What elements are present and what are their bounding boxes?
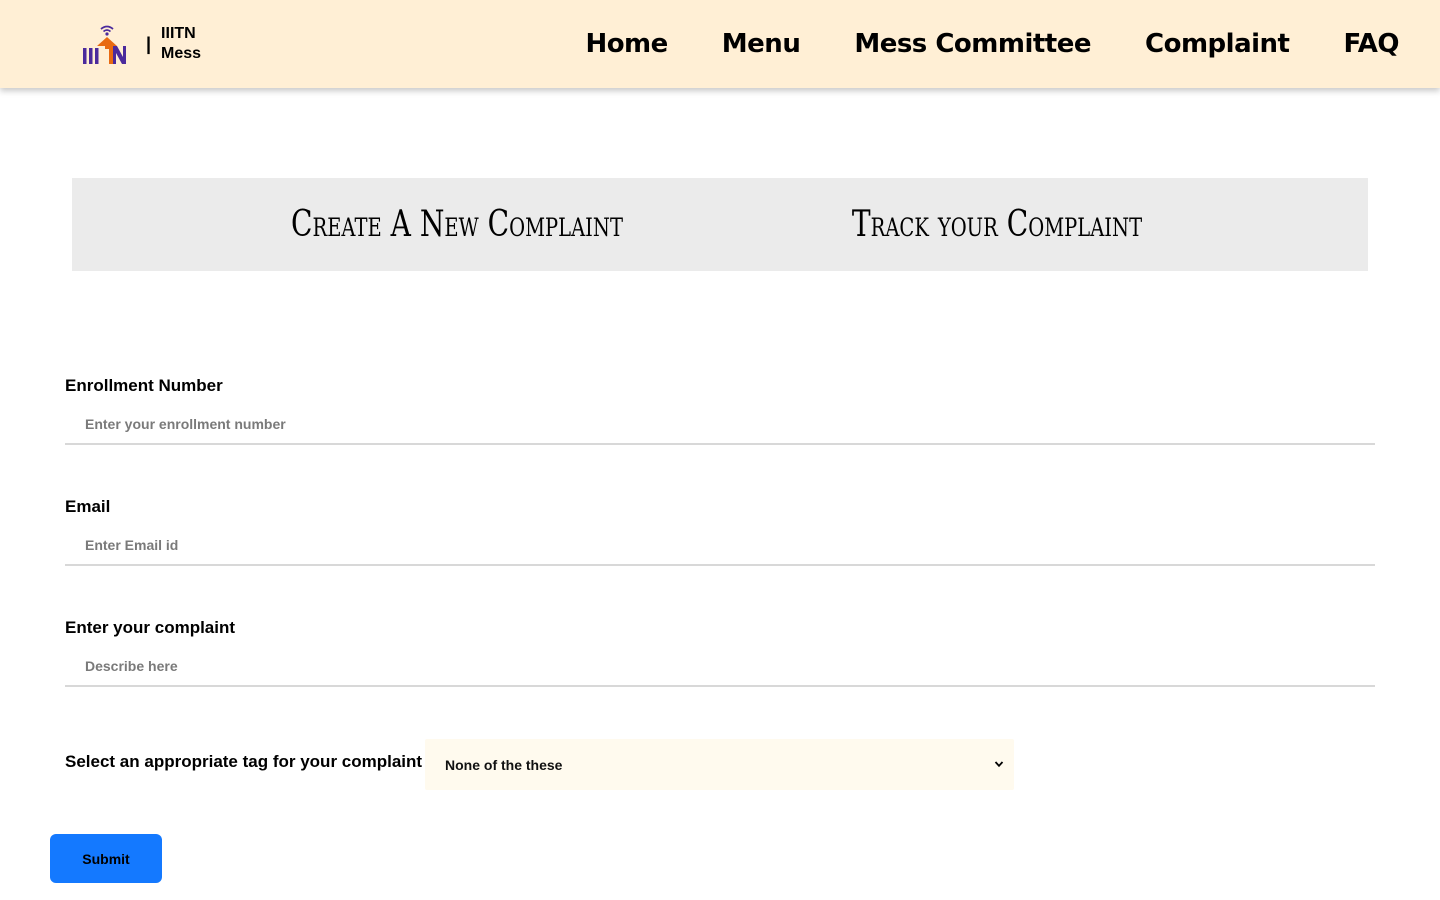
complaint-tabs: Create A New Complaint Track your Compla…	[72, 178, 1368, 271]
email-input[interactable]	[65, 526, 1375, 566]
tab-track-complaint[interactable]: Track your Complaint	[814, 178, 1181, 271]
enrollment-input[interactable]	[65, 405, 1375, 445]
brand-separator: |	[146, 34, 152, 54]
enrollment-label: Enrollment Number	[65, 376, 223, 395]
tag-label: Select an appropriate tag for your compl…	[65, 752, 423, 771]
nav-home[interactable]: Home	[585, 29, 668, 59]
brand-name: IIITN Mess	[161, 24, 201, 64]
email-label: Email	[65, 497, 111, 516]
brand-line-1: IIITN	[161, 25, 196, 42]
tab-create-complaint[interactable]: Create A New Complaint	[274, 178, 641, 271]
tag-select-value: None of the these	[445, 756, 563, 773]
tag-select[interactable]: None of the these	[425, 739, 1014, 790]
nav-faq[interactable]: FAQ	[1343, 29, 1399, 59]
complaint-label: Enter your complaint	[65, 618, 236, 637]
iiitn-logo-icon	[80, 22, 128, 66]
nav-links: Home Menu Mess Committee Complaint FAQ	[531, 0, 1399, 88]
nav-menu[interactable]: Menu	[722, 29, 801, 59]
chevron-down-icon	[994, 756, 1004, 774]
navbar: | IIITN Mess Home Menu Mess Committee Co…	[0, 0, 1440, 88]
brand-line-2: Mess	[161, 45, 202, 62]
submit-button[interactable]: Submit	[50, 834, 162, 883]
complaint-input[interactable]	[65, 647, 1375, 687]
nav-mess-committee[interactable]: Mess Committee	[854, 29, 1091, 59]
nav-complaint[interactable]: Complaint	[1145, 29, 1290, 59]
brand[interactable]: | IIITN Mess	[80, 20, 201, 68]
